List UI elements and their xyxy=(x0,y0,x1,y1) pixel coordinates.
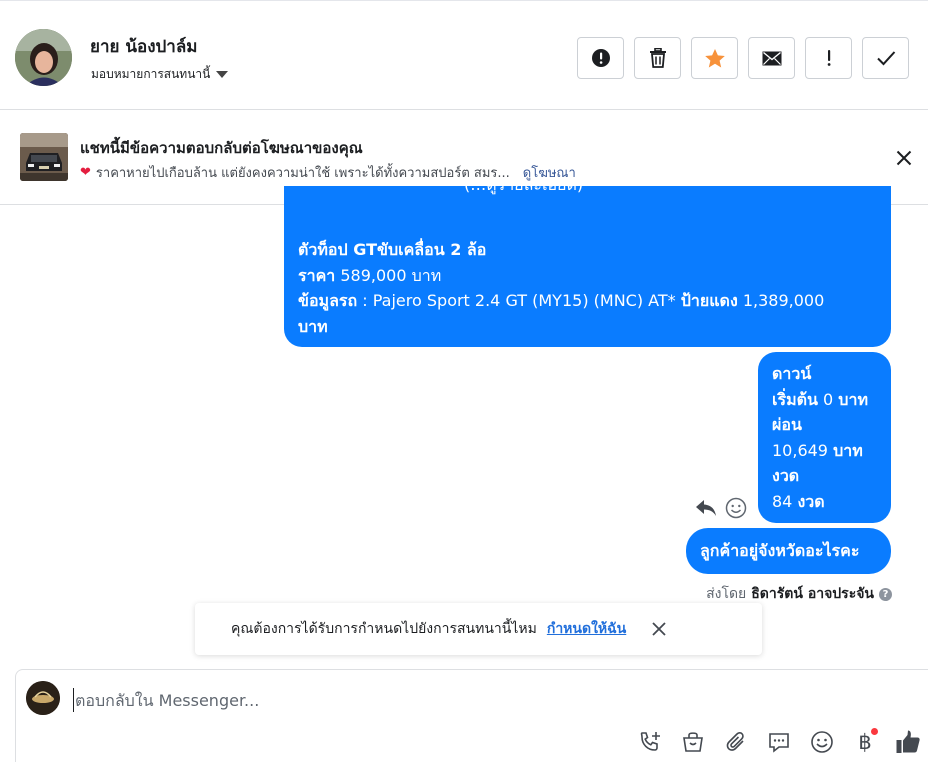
close-icon xyxy=(652,622,666,636)
reply-icon[interactable] xyxy=(695,499,717,521)
assign-to-me-link[interactable]: กำหนดให้ฉัน xyxy=(547,618,626,640)
heart-icon: ❤ xyxy=(80,165,91,180)
assign-label: มอบหมายการสนทนานี้ xyxy=(91,67,211,81)
check-icon xyxy=(876,51,895,66)
ad-banner-description: ❤ ราคาหายไปเกือบล้าน แต่ยังคงความน่าใช้ … xyxy=(80,162,576,183)
envelope-icon xyxy=(762,51,781,65)
paperclip-icon[interactable] xyxy=(722,728,750,756)
star-button[interactable] xyxy=(691,37,738,79)
emoji-icon[interactable] xyxy=(808,728,836,756)
assign-conversation-dropdown[interactable]: มอบหมายการสนทนานี้ xyxy=(91,65,229,84)
ad-thumbnail[interactable] xyxy=(20,133,68,181)
sent-by-info: ส่งโดย ธิดารัตน์ อาจประจัน ? xyxy=(706,583,892,605)
message-cut-line: (…ดูรายละเอียด) xyxy=(284,186,891,204)
mark-unread-button[interactable] xyxy=(748,37,795,79)
contact-name[interactable]: ยาย น้องปาล์ม xyxy=(90,33,197,60)
close-banner-button[interactable] xyxy=(892,146,916,170)
composer-toolbar: ฿ xyxy=(636,728,922,756)
shopping-bag-icon[interactable] xyxy=(679,728,707,756)
sender-name: ธิดารัตน์ อาจประจัน xyxy=(751,586,874,602)
message-actions xyxy=(695,497,747,523)
exclamation-icon xyxy=(827,50,830,66)
trash-icon xyxy=(649,48,666,68)
baht-payment-icon[interactable]: ฿ xyxy=(851,728,879,756)
car-photo-icon xyxy=(20,133,68,181)
view-ad-link[interactable]: ดูโฆษณา xyxy=(523,162,576,183)
ad-description-text: ราคาหายไปเกือบล้าน แต่ยังคงความน่าใช้ เพ… xyxy=(95,166,510,181)
delete-button[interactable] xyxy=(634,37,681,79)
mark-done-button[interactable] xyxy=(862,37,909,79)
page-avatar xyxy=(26,681,60,715)
reply-input[interactable] xyxy=(73,688,613,712)
ad-banner-title: แชทนี้มีข้อความตอบกลับต่อโฆษณาของคุณ xyxy=(80,139,363,157)
message-bubble-outgoing[interactable]: ดาวน์ เริ่มต้น 0 บาท ผ่อน 10,649 บาท งวด… xyxy=(758,352,891,523)
saved-reply-icon[interactable] xyxy=(765,728,793,756)
like-icon[interactable] xyxy=(894,728,922,756)
assign-prompt-toast: คุณต้องการได้รับการกำหนดไปยังการสนทนานี้… xyxy=(195,603,762,655)
message-text: ตัวท็อป GTขับเคลื่อน 2 ล้อ ราคา 589,000 … xyxy=(298,240,825,336)
contact-avatar-image xyxy=(15,29,72,86)
help-icon[interactable]: ? xyxy=(879,587,892,601)
close-icon xyxy=(896,150,912,166)
notification-dot xyxy=(871,728,878,735)
exclamation-circle-icon xyxy=(591,49,610,67)
call-add-icon[interactable] xyxy=(636,728,664,756)
message-text: ดาวน์ เริ่มต้น 0 บาท ผ่อน 10,649 บาท งวด… xyxy=(772,364,868,511)
reply-composer: ฿ xyxy=(15,669,928,762)
conversation-actions xyxy=(577,37,909,79)
mark-spam-button[interactable] xyxy=(577,37,624,79)
caret-down-icon xyxy=(216,71,229,78)
message-bubble-outgoing[interactable]: (…ดูรายละเอียด) ตัวท็อป GTขับเคลื่อน 2 ล… xyxy=(284,186,891,347)
contact-avatar[interactable] xyxy=(15,29,72,86)
assign-prompt-text: คุณต้องการได้รับการกำหนดไปยังการสนทนานี้… xyxy=(231,621,537,637)
emoji-reaction-icon[interactable] xyxy=(725,497,747,523)
conversation-header: ยาย น้องปาล์ม มอบหมายการสนทนานี้ xyxy=(0,0,928,110)
message-bubble-outgoing[interactable]: ลูกค้าอยู่จังหวัดอะไรคะ xyxy=(686,528,891,574)
follow-up-button[interactable] xyxy=(805,37,852,79)
star-icon xyxy=(704,48,725,67)
close-toast-button[interactable] xyxy=(650,620,668,638)
